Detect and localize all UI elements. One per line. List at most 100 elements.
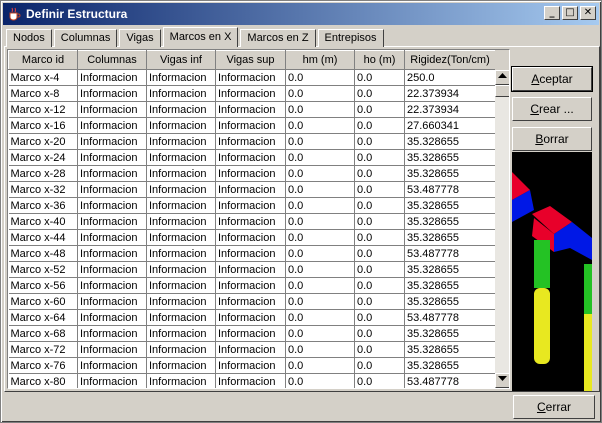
table-cell[interactable]: Informacion [146, 229, 216, 246]
table-row[interactable]: Marco x-4 Informacion Informacion Informaci… [8, 69, 496, 86]
table-cell[interactable]: 0.0 [285, 69, 355, 86]
table-row[interactable]: Marco x-24 Informacion Informacion Informac… [8, 149, 496, 166]
table-cell[interactable]: Informacion [77, 85, 147, 102]
table-cell[interactable]: Informacion [146, 117, 216, 134]
table-cell[interactable]: Informacion [215, 245, 286, 262]
table-cell[interactable]: Marco x-76 [8, 357, 78, 374]
table-cell[interactable]: Informacion [215, 373, 286, 388]
minimize-button[interactable]: _ [544, 6, 560, 20]
table-cell[interactable]: Informacion [77, 229, 147, 246]
table-cell[interactable]: 0.0 [285, 213, 355, 230]
table-cell[interactable]: Informacion [77, 197, 147, 214]
table-cell[interactable]: 35.328655 [404, 357, 496, 374]
column-header[interactable]: Rigidez(Ton/cm) [404, 50, 496, 70]
column-header[interactable]: Vigas inf [146, 50, 216, 70]
table-cell[interactable]: 35.328655 [404, 133, 496, 150]
table-cell[interactable]: Informacion [215, 181, 286, 198]
table-cell[interactable]: 0.0 [285, 165, 355, 182]
table-cell[interactable]: Informacion [215, 357, 286, 374]
delete-button[interactable]: Borrar [512, 127, 592, 151]
table-cell[interactable]: Informacion [77, 133, 147, 150]
table-cell[interactable]: Informacion [77, 149, 147, 166]
table-cell[interactable]: Marco x-28 [8, 165, 78, 182]
table-row[interactable]: Marco x-32 Informacion Informacion Informac… [8, 181, 496, 198]
table-cell[interactable]: Informacion [146, 341, 216, 358]
table-cell[interactable]: Informacion [77, 341, 147, 358]
table-cell[interactable]: Marco x-72 [8, 341, 78, 358]
table-cell[interactable]: Informacion [146, 277, 216, 294]
table-cell[interactable]: 0.0 [285, 277, 355, 294]
table-cell[interactable]: Marco x-48 [8, 245, 78, 262]
table-cell[interactable]: Informacion [215, 213, 286, 230]
tab-vigas[interactable]: Vigas [119, 29, 161, 47]
table-cell[interactable]: Informacion [77, 309, 147, 326]
table-cell[interactable]: 0.0 [285, 309, 355, 326]
table-cell[interactable]: Informacion [215, 293, 286, 310]
table-cell[interactable]: Informacion [146, 309, 216, 326]
table-row[interactable]: Marco x-64 Informacion Informacion Informac… [8, 309, 496, 326]
table-cell[interactable]: 53.487778 [404, 245, 496, 262]
table-cell[interactable]: Informacion [77, 293, 147, 310]
table-cell[interactable]: Informacion [77, 357, 147, 374]
table-cell[interactable]: Informacion [77, 69, 147, 86]
table-cell[interactable]: 35.328655 [404, 325, 496, 342]
table-cell[interactable]: 0.0 [354, 277, 405, 294]
tab-nodos[interactable]: Nodos [6, 29, 52, 47]
table-row[interactable]: Marco x-68 Informacion Informacion Informac… [8, 325, 496, 342]
table-row[interactable]: Marco x-44 Informacion Informacion Informac… [8, 229, 496, 246]
table-row[interactable]: Marco x-12 Informacion Informacion Informac… [8, 101, 496, 118]
table-cell[interactable]: 53.487778 [404, 373, 496, 388]
table-row[interactable]: Marco x-36 Informacion Informacion Informac… [8, 197, 496, 214]
table-cell[interactable]: 35.328655 [404, 261, 496, 278]
tab-entrepisos[interactable]: Entrepisos [317, 29, 384, 47]
table-cell[interactable]: Informacion [146, 85, 216, 102]
scroll-up-button[interactable] [495, 70, 509, 85]
table-cell[interactable]: 0.0 [354, 181, 405, 198]
table-cell[interactable]: Marco x-52 [8, 261, 78, 278]
table-cell[interactable]: 0.0 [354, 261, 405, 278]
table-cell[interactable]: Informacion [215, 229, 286, 246]
table-cell[interactable]: Informacion [77, 325, 147, 342]
table-cell[interactable]: Informacion [215, 117, 286, 134]
table-cell[interactable]: 0.0 [285, 245, 355, 262]
table-cell[interactable]: Informacion [77, 181, 147, 198]
column-header[interactable]: Marco id [8, 50, 78, 70]
table-cell[interactable]: 0.0 [354, 309, 405, 326]
column-header[interactable]: Columnas [77, 50, 147, 70]
close-window-button[interactable]: ✕ [580, 6, 596, 20]
table-cell[interactable]: 0.0 [285, 357, 355, 374]
table-cell[interactable]: 0.0 [285, 133, 355, 150]
column-header[interactable]: hm (m) [285, 50, 355, 70]
table-cell[interactable]: Informacion [146, 261, 216, 278]
accept-button[interactable]: Aceptar [511, 66, 593, 92]
table-cell[interactable]: 0.0 [285, 229, 355, 246]
table-cell[interactable]: 35.328655 [404, 277, 496, 294]
table-cell[interactable]: 0.0 [354, 69, 405, 86]
table-cell[interactable]: 0.0 [354, 373, 405, 388]
table-cell[interactable]: Marco x-40 [8, 213, 78, 230]
structure-3d-preview[interactable] [512, 152, 592, 391]
table-cell[interactable]: 0.0 [354, 197, 405, 214]
table-cell[interactable]: Informacion [146, 165, 216, 182]
table-cell[interactable]: 35.328655 [404, 165, 496, 182]
table-cell[interactable]: Informacion [146, 133, 216, 150]
table-cell[interactable]: 0.0 [285, 373, 355, 388]
table-cell[interactable]: Informacion [77, 117, 147, 134]
table-row[interactable]: Marco x-72 Informacion Informacion Informac… [8, 341, 496, 358]
table-cell[interactable]: Informacion [77, 373, 147, 388]
table-cell[interactable]: 22.373934 [404, 101, 496, 118]
table-cell[interactable]: Informacion [215, 69, 286, 86]
table-cell[interactable]: 53.487778 [404, 181, 496, 198]
table-row[interactable]: Marco x-52 Informacion Informacion Informac… [8, 261, 496, 278]
scroll-thumb[interactable] [495, 85, 509, 97]
table-cell[interactable]: Marco x-12 [8, 101, 78, 118]
table-cell[interactable]: Marco x-32 [8, 181, 78, 198]
table-cell[interactable]: 0.0 [285, 261, 355, 278]
table-cell[interactable]: Marco x-20 [8, 133, 78, 150]
table-row[interactable]: Marco x-8 Informacion Informacion Informaci… [8, 85, 496, 102]
table-cell[interactable]: Informacion [215, 133, 286, 150]
table-row[interactable]: Marco x-20 Informacion Informacion Informac… [8, 133, 496, 150]
table-cell[interactable]: Informacion [146, 69, 216, 86]
table-cell[interactable]: 0.0 [285, 181, 355, 198]
table-cell[interactable]: Informacion [146, 101, 216, 118]
